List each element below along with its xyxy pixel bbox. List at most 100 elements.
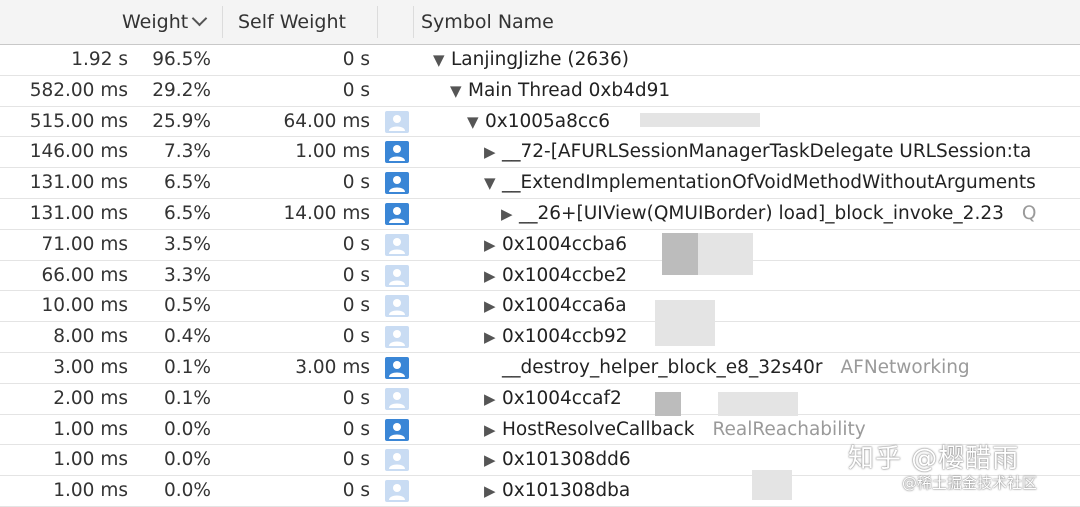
symbol-name-text: 0x1004ccb92 (502, 326, 628, 348)
redacted-region (752, 470, 792, 500)
column-header-symbol-name[interactable]: Symbol Name (421, 0, 554, 44)
self-weight-cell: 0 s (342, 295, 370, 317)
symbol-name-text: 0x1004ccbe2 (502, 264, 628, 286)
disclosure-collapsed-icon[interactable]: ▶ (484, 384, 501, 414)
table-row[interactable]: 3.00 ms 0.1% 3.00 ms __destroy_helper_block… (0, 353, 1080, 384)
table-header: Weight Self Weight Symbol Name (0, 0, 1080, 45)
weight-percent-cell: 0.0% (164, 418, 211, 440)
watermark-juejin: @稀土掘金技术社区 (902, 474, 1038, 492)
weight-percent-cell: 3.3% (164, 264, 211, 286)
column-header-weight[interactable]: Weight (122, 0, 208, 44)
disclosure-collapsed-icon[interactable]: ▶ (484, 415, 501, 445)
library-name: RealReachability (712, 418, 866, 440)
self-weight-cell: 0 s (342, 172, 370, 194)
self-weight-cell: 1.00 ms (295, 141, 370, 163)
weight-cell: 8.00 ms (53, 326, 128, 348)
column-divider[interactable] (222, 6, 223, 38)
disclosure-collapsed-icon[interactable]: ▶ (484, 230, 501, 260)
symbol-name-cell: ▶ 0x1004cca6a (484, 291, 627, 321)
symbol-name-text: __26+[UIView(QMUIBorder) load]_block_inv… (519, 202, 1004, 224)
disclosure-collapsed-icon[interactable]: ▶ (484, 261, 501, 291)
weight-percent-cell: 6.5% (164, 172, 211, 194)
table-row[interactable]: 2.00 ms 0.1% 0 s ▶ 0x1004ccaf2 (0, 384, 1080, 415)
table-row[interactable]: 66.00 ms 3.3% 0 s ▶ 0x1004ccbe2 (0, 261, 1080, 292)
symbol-name-cell: ▼ Main Thread 0xb4d91 (450, 76, 670, 106)
self-weight-cell: 0 s (342, 79, 370, 101)
weight-cell: 66.00 ms (41, 264, 128, 286)
symbol-name-text: LanjingJizhe (2636) (451, 49, 629, 70)
table-row[interactable]: 146.00 ms 7.3% 1.00 ms ▶ __72-[AFURLSessionM… (0, 137, 1080, 169)
symbol-name-cell: ▶ __26+[UIView(QMUIBorder) load]_block_in… (501, 199, 1036, 229)
user-code-icon (385, 356, 409, 379)
self-weight-cell: 14.00 ms (283, 202, 370, 224)
disclosure-expanded-icon[interactable]: ▼ (433, 45, 450, 75)
column-header-self-weight-label: Self Weight (238, 11, 346, 33)
user-code-icon (385, 387, 409, 410)
table-row[interactable]: 582.00 ms 29.2% 0 s ▼ Main Thread 0xb4d91 (0, 76, 1080, 107)
weight-percent-cell: 25.9% (152, 110, 211, 132)
disclosure-expanded-icon[interactable]: ▼ (467, 107, 484, 137)
disclosure-collapsed-icon[interactable]: ▶ (501, 199, 518, 229)
weight-percent-cell: 7.3% (164, 141, 211, 163)
column-header-self-weight[interactable]: Self Weight (238, 0, 346, 44)
disclosure-collapsed-icon[interactable]: ▶ (484, 476, 501, 506)
weight-percent-cell: 29.2% (152, 79, 211, 101)
user-code-icon (385, 295, 409, 318)
redacted-region (640, 113, 760, 127)
self-weight-cell: 0 s (342, 418, 370, 440)
column-header-weight-label: Weight (122, 11, 189, 33)
self-weight-cell: 0 s (342, 387, 370, 409)
table-row[interactable]: 71.00 ms 3.5% 0 s ▶ 0x1004ccba6 (0, 230, 1080, 261)
weight-percent-cell: 6.5% (164, 202, 211, 224)
user-code-icon (385, 449, 409, 472)
weight-percent-cell: 96.5% (152, 49, 211, 70)
disclosure-collapsed-icon[interactable]: ▶ (484, 445, 501, 475)
column-header-symbol-name-label: Symbol Name (421, 11, 554, 33)
weight-cell: 1.00 ms (53, 418, 128, 440)
user-code-icon (385, 326, 409, 349)
self-weight-cell: 3.00 ms (295, 356, 370, 378)
user-code-icon (385, 264, 409, 287)
weight-percent-cell: 0.5% (164, 295, 211, 317)
self-weight-cell: 0 s (342, 326, 370, 348)
weight-cell: 131.00 ms (29, 172, 128, 194)
self-weight-cell: 0 s (342, 49, 370, 70)
disclosure-collapsed-icon[interactable]: ▶ (484, 322, 501, 352)
weight-cell: 131.00 ms (29, 202, 128, 224)
table-row[interactable]: 515.00 ms 25.9% 64.00 ms ▼ 0x1005a8cc6 (0, 107, 1080, 138)
user-code-icon (385, 172, 409, 195)
redacted-region (718, 392, 798, 416)
weight-cell: 146.00 ms (29, 141, 128, 163)
symbol-name-text: __destroy_helper_block_e8_32s40r (502, 356, 823, 378)
table-row[interactable]: 1.92 s 96.5% 0 s ▼ LanjingJizhe (2636) (0, 45, 1080, 76)
table-row[interactable]: 8.00 ms 0.4% 0 s ▶ 0x1004ccb92 (0, 322, 1080, 353)
symbol-name-cell: ▼ 0x1005a8cc6 (467, 107, 610, 137)
redacted-region (698, 233, 753, 275)
column-divider[interactable] (413, 6, 414, 38)
symbol-name-text: Main Thread 0xb4d91 (468, 79, 671, 101)
symbol-name-text: __ExtendImplementationOfVoidMethodWithou… (502, 172, 1036, 194)
self-weight-cell: 0 s (342, 264, 370, 286)
table-row[interactable]: 131.00 ms 6.5% 0 s ▼ __ExtendImplementationO… (0, 168, 1080, 199)
symbol-name-cell: ▼ LanjingJizhe (2636) (433, 45, 629, 75)
table-row[interactable]: 10.00 ms 0.5% 0 s ▶ 0x1004cca6a (0, 291, 1080, 323)
column-divider[interactable] (377, 6, 378, 38)
user-code-icon (385, 202, 409, 225)
library-name: AFNetworking (840, 356, 970, 378)
self-weight-cell: 0 s (342, 233, 370, 255)
user-code-icon (385, 418, 409, 441)
disclosure-collapsed-icon[interactable]: ▶ (484, 137, 501, 167)
symbol-name-cell: ▶ 0x101308dd6 (484, 445, 631, 475)
symbol-name-cell: ▼ __ExtendImplementationOfVoidMethodWitho… (484, 168, 1036, 198)
disclosure-expanded-icon[interactable]: ▼ (484, 168, 501, 198)
table-row[interactable]: 131.00 ms 6.5% 14.00 ms ▶ __26+[UIView(QMUIB… (0, 199, 1080, 230)
symbol-name-text: 0x1004ccaf2 (502, 387, 622, 409)
disclosure-expanded-icon[interactable]: ▼ (450, 76, 467, 106)
weight-cell: 1.00 ms (53, 449, 128, 471)
disclosure-collapsed-icon[interactable]: ▶ (484, 291, 501, 321)
weight-percent-cell: 0.0% (164, 480, 211, 502)
weight-cell: 10.00 ms (41, 295, 128, 317)
symbol-name-cell: ▶ 0x101308dba (484, 476, 630, 506)
weight-percent-cell: 0.1% (164, 387, 211, 409)
redacted-region (655, 300, 715, 346)
